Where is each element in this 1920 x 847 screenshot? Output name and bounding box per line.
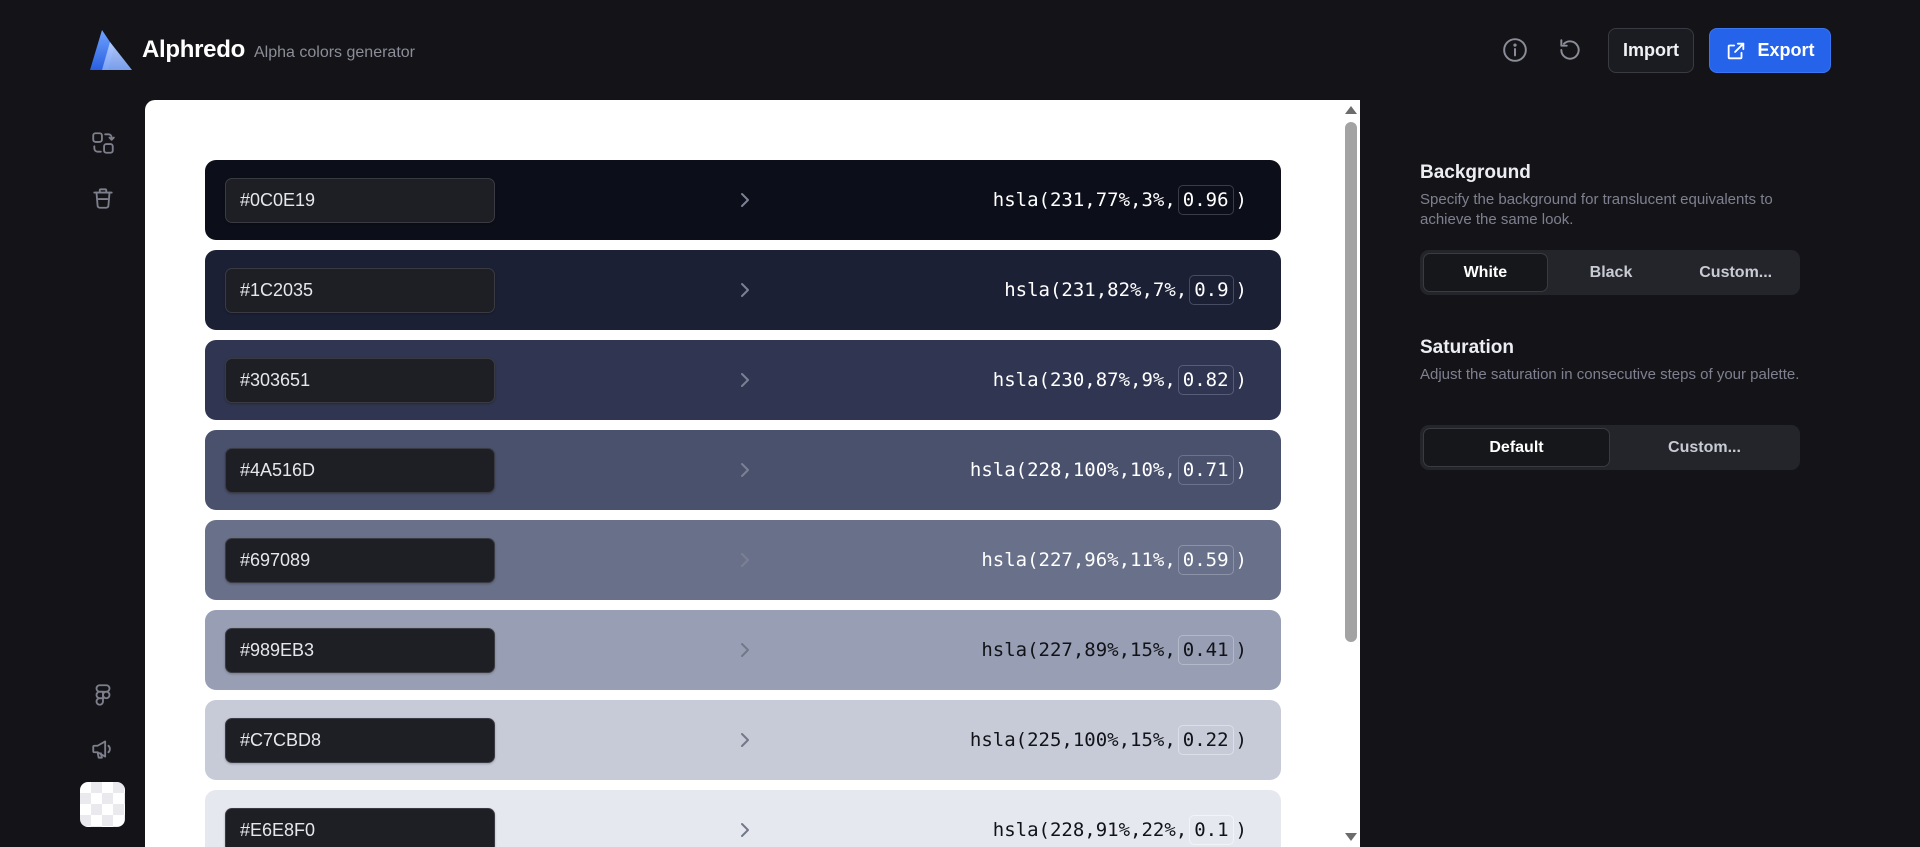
hsla-value: hsla(231,82%,7%, 0.9) <box>1004 270 1247 310</box>
chevron-right-icon <box>741 643 749 657</box>
hsla-prefix: hsla(230,87%,9%, <box>992 369 1176 391</box>
hsla-prefix: hsla(225,100%,15%, <box>969 729 1176 751</box>
alpha-value[interactable]: 0.96 <box>1177 185 1234 215</box>
hex-input[interactable] <box>225 448 495 493</box>
alpha-value[interactable]: 0.22 <box>1177 725 1234 755</box>
hex-input[interactable] <box>225 808 495 847</box>
palette-swap-icon[interactable] <box>88 128 118 158</box>
alpha-value[interactable]: 0.82 <box>1177 365 1234 395</box>
background-option-white[interactable]: White <box>1423 253 1548 292</box>
hex-input[interactable] <box>225 268 495 313</box>
export-button[interactable]: Export <box>1709 28 1831 73</box>
hsla-value: hsla(230,87%,9%, 0.82) <box>993 360 1247 400</box>
hsla-value: hsla(227,96%,11%, 0.59) <box>981 540 1247 580</box>
palette-row[interactable]: hsla(227,89%,15%,0.41) <box>205 610 1281 690</box>
palette-row[interactable]: hsla(227,96%,11%,0.59) <box>205 520 1281 600</box>
info-icon[interactable] <box>1499 34 1531 66</box>
canvas-scrollbar[interactable] <box>1342 100 1360 847</box>
chevron-right-icon <box>741 463 749 477</box>
app-name: Alphredo <box>142 36 245 63</box>
background-description: Specify the background for translucent e… <box>1420 191 1773 228</box>
background-swatch[interactable] <box>80 782 125 827</box>
share-icon <box>1728 42 1745 59</box>
chevron-right-icon <box>741 553 749 567</box>
hsla-value: hsla(225,100%,15%, 0.22) <box>970 720 1247 760</box>
hsla-suffix: ) <box>1235 729 1247 751</box>
megaphone-icon[interactable] <box>88 734 118 764</box>
background-segmented-control: White Black Custom... <box>1420 250 1800 295</box>
alpha-value[interactable]: 0.41 <box>1177 635 1234 665</box>
hsla-suffix: ) <box>1235 549 1247 571</box>
scroll-down-arrow[interactable] <box>1345 833 1357 841</box>
scroll-up-arrow[interactable] <box>1345 106 1357 114</box>
hsla-value: hsla(228,91%,22%, 0.1) <box>993 810 1247 847</box>
alpha-value[interactable]: 0.1 <box>1189 815 1234 845</box>
export-button-label: Export <box>1757 40 1815 60</box>
hex-input[interactable] <box>225 718 495 763</box>
chevron-right-icon <box>741 823 749 837</box>
palette-row[interactable]: hsla(225,100%,15%,0.22) <box>205 700 1281 780</box>
hex-input[interactable] <box>225 628 495 673</box>
hsla-value: hsla(227,89%,15%, 0.41) <box>981 630 1247 670</box>
hsla-prefix: hsla(231,82%,7%, <box>1004 279 1188 301</box>
palette-row[interactable]: hsla(230,87%,9%,0.82) <box>205 340 1281 420</box>
chevron-right-icon <box>741 193 749 207</box>
alpha-value[interactable]: 0.59 <box>1177 545 1234 575</box>
saturation-description: Adjust the saturation in consecutive ste… <box>1420 366 1800 383</box>
saturation-title: Saturation <box>1420 337 1514 358</box>
alpha-value[interactable]: 0.71 <box>1177 455 1234 485</box>
chevron-right-icon <box>741 733 749 747</box>
palette-row[interactable]: hsla(228,91%,22%,0.1) <box>205 790 1281 847</box>
saturation-option-custom[interactable]: Custom... <box>1612 428 1797 467</box>
hex-input[interactable] <box>225 178 495 223</box>
saturation-segmented-control: Default Custom... <box>1420 425 1800 470</box>
trash-icon[interactable] <box>88 183 118 213</box>
app-tagline: Alpha colors generator <box>254 44 415 61</box>
hsla-suffix: ) <box>1235 639 1247 661</box>
hsla-value: hsla(231,77%,3%, 0.96) <box>993 180 1247 220</box>
hsla-suffix: ) <box>1235 819 1247 841</box>
figma-icon[interactable] <box>88 680 118 710</box>
palette-canvas: hsla(231,77%,3%,0.96)hsla(231,82%,7%,0.9… <box>145 100 1360 847</box>
reset-icon[interactable] <box>1554 34 1586 66</box>
chevron-right-icon <box>741 373 749 387</box>
hsla-prefix: hsla(227,89%,15%, <box>981 639 1176 661</box>
app-header: Alphredo Alpha colors generator Import E… <box>0 0 1920 100</box>
hsla-suffix: ) <box>1235 369 1247 391</box>
chevron-right-icon <box>741 283 749 297</box>
palette-row[interactable]: hsla(231,77%,3%,0.96) <box>205 160 1281 240</box>
hex-input[interactable] <box>225 538 495 583</box>
hex-input[interactable] <box>225 358 495 403</box>
alpha-value[interactable]: 0.9 <box>1189 275 1234 305</box>
saturation-option-default[interactable]: Default <box>1423 428 1610 467</box>
hsla-prefix: hsla(228,91%,22%, <box>992 819 1188 841</box>
hsla-prefix: hsla(231,77%,3%, <box>992 189 1176 211</box>
hsla-value: hsla(228,100%,10%, 0.71) <box>970 450 1247 490</box>
background-option-custom[interactable]: Custom... <box>1674 253 1797 292</box>
hsla-suffix: ) <box>1235 279 1247 301</box>
hsla-suffix: ) <box>1235 189 1247 211</box>
hsla-prefix: hsla(227,96%,11%, <box>981 549 1176 571</box>
hsla-suffix: ) <box>1235 459 1247 481</box>
scroll-thumb[interactable] <box>1345 122 1357 642</box>
alphredo-logo-icon[interactable] <box>88 28 134 72</box>
background-option-black[interactable]: Black <box>1550 253 1673 292</box>
import-button[interactable]: Import <box>1608 28 1694 73</box>
palette-row[interactable]: hsla(231,82%,7%,0.9) <box>205 250 1281 330</box>
background-title: Background <box>1420 162 1531 183</box>
hsla-prefix: hsla(228,100%,10%, <box>969 459 1176 481</box>
palette-row[interactable]: hsla(228,100%,10%,0.71) <box>205 430 1281 510</box>
